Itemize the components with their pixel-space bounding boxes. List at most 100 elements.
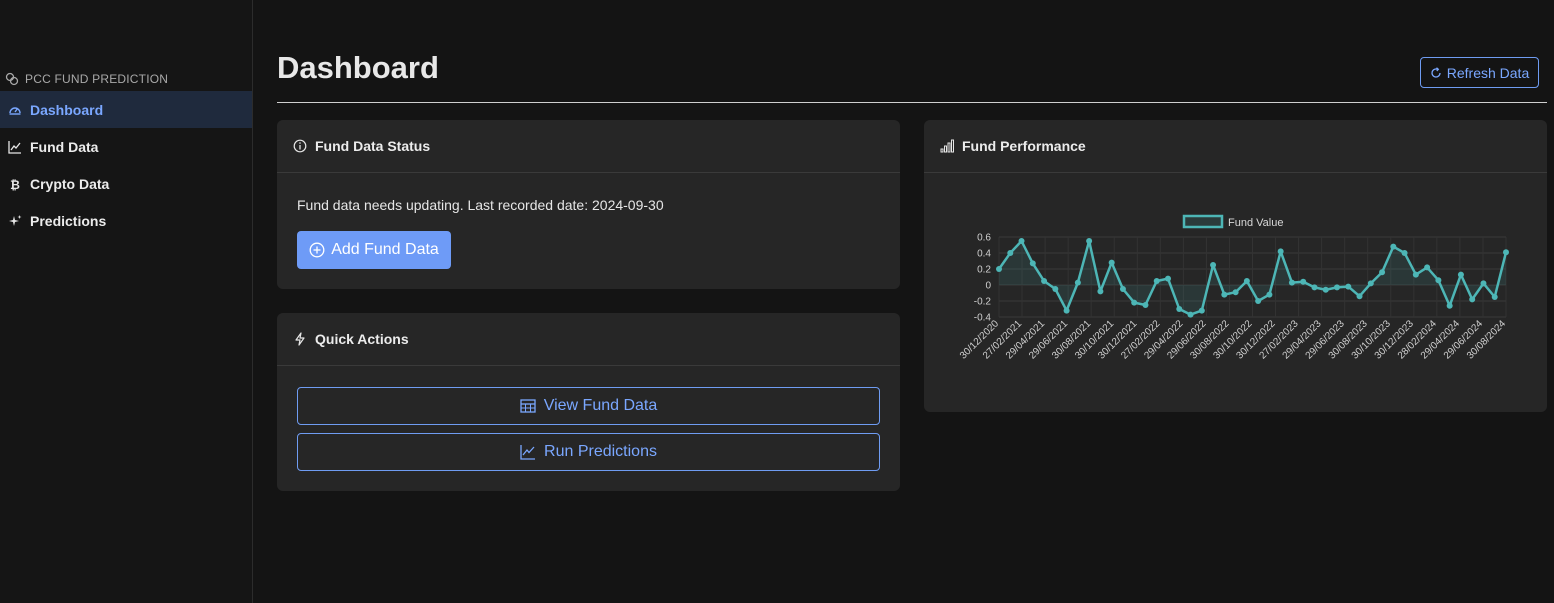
data-point [1187,311,1194,318]
y-tick-label: 0.4 [977,249,991,260]
data-point [1379,269,1386,276]
fund-performance-card: Fund Performance 0.6 0.4 0.2 0 -0.2 -0.4 30/12… [924,120,1547,412]
line-chart-icon [520,445,536,460]
sidebar-item-fund-data[interactable]: Fund Data [0,128,252,165]
sidebar: PCC FUND PREDICTION Dashboard Fund Data … [0,0,253,603]
y-tick-label: -0.2 [974,297,992,308]
run-predictions-button[interactable]: Run Predictions [297,433,880,471]
sidebar-item-label: Crypto Data [30,175,110,192]
y-tick-label: 0 [985,281,991,292]
data-point [1424,264,1431,271]
sidebar-item-label: Fund Data [30,138,99,155]
page-title: Dashboard [277,50,439,85]
data-point [1300,278,1307,285]
legend-label: Fund Value [1228,217,1283,229]
data-point [1457,271,1464,278]
data-point [1198,307,1205,314]
data-point [1007,250,1014,256]
data-point [1153,278,1160,284]
data-point [1029,260,1036,267]
add-fund-data-label: Add Fund Data [331,241,439,258]
signal-bars-icon [940,139,954,153]
data-point [1063,307,1070,314]
refresh-icon [1431,66,1441,78]
data-point [1232,289,1239,296]
data-point [1131,299,1138,306]
lightning-icon [295,332,305,346]
data-point [1165,275,1171,282]
data-point [1097,288,1104,295]
title-divider [277,102,1547,103]
data-point [1480,280,1487,287]
fund-data-status-card: Fund Data Status Fund data needs updatin… [277,120,900,289]
sparkles-icon [9,214,22,226]
data-point [1041,278,1048,284]
data-point [1086,238,1093,244]
refresh-label: Refresh Data [1446,64,1530,81]
data-point [1446,302,1453,309]
sidebar-item-predictions[interactable]: Predictions [0,202,252,239]
data-point [1277,248,1284,255]
card-header: Quick Actions [277,313,900,366]
sidebar-item-label: Dashboard [30,101,104,118]
legend-swatch [1182,214,1224,229]
table-icon [520,399,536,413]
data-point [1390,243,1397,250]
data-point [1334,284,1340,291]
data-point [1311,284,1318,291]
data-point [1018,238,1025,244]
data-point [1401,250,1408,256]
fund-performance-chart: 0.60.40.20-0.2-0.430/12/202027/02/202129… [958,214,1509,362]
data-point [1210,262,1217,268]
data-point [1142,302,1149,308]
data-point [1074,279,1081,286]
sidebar-nav: Dashboard Fund Data ₿ Crypto Data Predic… [0,91,252,239]
data-point [1503,249,1509,256]
brand: PCC FUND PREDICTION [5,72,168,86]
data-point [1255,298,1262,304]
data-point [996,266,1002,272]
refresh-data-button[interactable]: Refresh Data [1420,57,1539,88]
gauge-icon [9,106,21,115]
data-point [1435,277,1442,284]
data-point [1119,286,1126,292]
data-point [1367,280,1374,287]
data-point [1266,291,1273,298]
data-point [1052,286,1059,292]
card-title: Fund Data Status [315,138,431,154]
card-title: Quick Actions [315,331,409,347]
main-content: Dashboard Refresh Data Fund Data Status … [277,0,1547,603]
line-chart-icon [8,140,21,154]
sidebar-item-dashboard[interactable]: Dashboard [0,91,252,128]
card-header: Fund Performance [924,120,1547,173]
data-point [1345,283,1352,290]
data-point [1356,293,1363,300]
card-header: Fund Data Status [277,120,900,173]
coins-icon [5,72,19,86]
data-point [1412,271,1419,278]
data-point [1469,296,1476,303]
brand-label: PCC FUND PREDICTION [25,72,169,86]
run-predictions-label: Run Predictions [544,443,657,460]
bitcoin-icon: ₿ [10,178,20,191]
data-point [1221,291,1228,298]
info-icon [293,139,307,153]
y-tick-label: 0.2 [977,265,991,276]
sidebar-item-crypto-data[interactable]: ₿ Crypto Data [0,165,252,202]
plus-circle-icon [309,242,325,258]
data-point [1491,294,1498,300]
view-fund-data-label: View Fund Data [543,397,658,414]
data-point [1322,286,1329,293]
add-fund-data-button[interactable]: Add Fund Data [297,231,451,269]
data-point [1243,278,1250,284]
sidebar-item-label: Predictions [30,212,107,229]
data-point [1288,279,1295,286]
y-tick-label: 0.6 [977,233,991,244]
data-point [1108,259,1115,266]
status-message: Fund data needs updating. Last recorded … [297,197,664,213]
data-point [1176,306,1183,312]
quick-actions-card: Quick Actions View Fund Data Run Predict… [277,313,900,491]
view-fund-data-button[interactable]: View Fund Data [297,387,880,425]
card-title: Fund Performance [962,138,1086,154]
svg-text:₿: ₿ [10,178,20,191]
